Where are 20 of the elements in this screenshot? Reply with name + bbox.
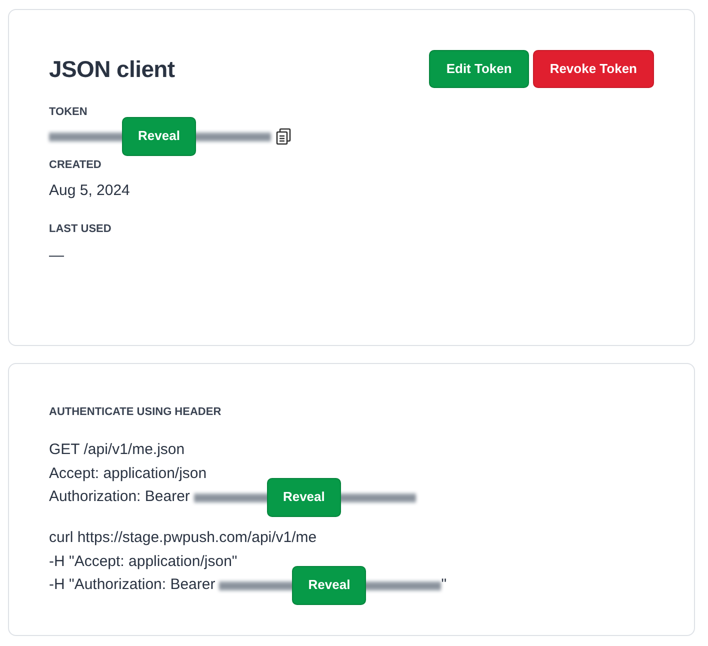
field-value: Aug 5, 2024 xyxy=(49,182,130,199)
token-title: JSON client xyxy=(49,56,175,84)
edit-token-button[interactable]: Edit Token xyxy=(429,50,529,88)
reveal-button[interactable]: Reveal xyxy=(266,478,341,516)
code-line: -H "Accept: application/json" xyxy=(49,552,238,572)
reveal-button[interactable]: Reveal xyxy=(292,566,366,604)
field-value: — xyxy=(49,246,64,264)
field-label: LAST USED xyxy=(49,222,112,237)
copy-icon[interactable] xyxy=(276,128,291,145)
field-label: TOKEN xyxy=(49,105,88,120)
code-line: Accept: application/json xyxy=(49,464,208,484)
reveal-button[interactable]: Reveal xyxy=(122,116,196,156)
code-line: curl https://stage.pwpush.com/api/v1/me xyxy=(49,528,318,548)
revoke-token-button[interactable]: Revoke Token xyxy=(532,50,654,88)
code-line: -H "Authorization: Bearer xyxy=(49,575,216,596)
code-line: GET /api/v1/me.json xyxy=(49,440,186,460)
code-line: Authorization: Bearer xyxy=(49,487,190,508)
code-line: " xyxy=(441,575,447,596)
field-label: CREATED xyxy=(49,158,102,172)
section-label: AUTHENTICATE USING HEADER xyxy=(49,405,222,420)
